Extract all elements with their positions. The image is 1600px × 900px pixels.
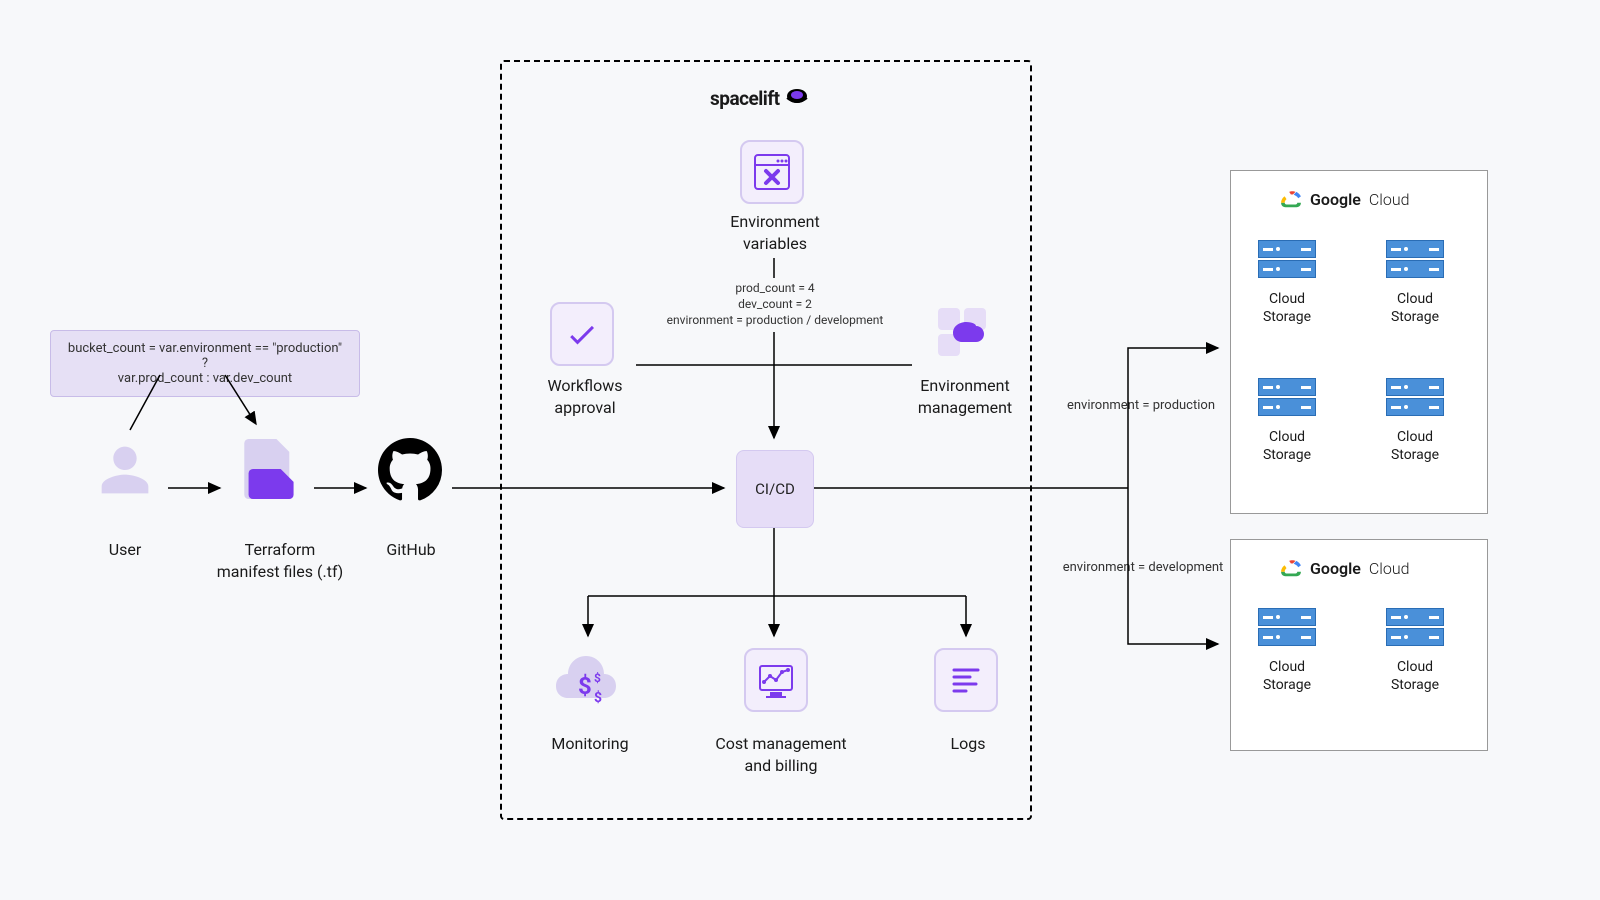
diagram-canvas: bucket_count = var.environment == "produ…	[0, 0, 1600, 900]
diagram-arrows	[0, 0, 1600, 900]
